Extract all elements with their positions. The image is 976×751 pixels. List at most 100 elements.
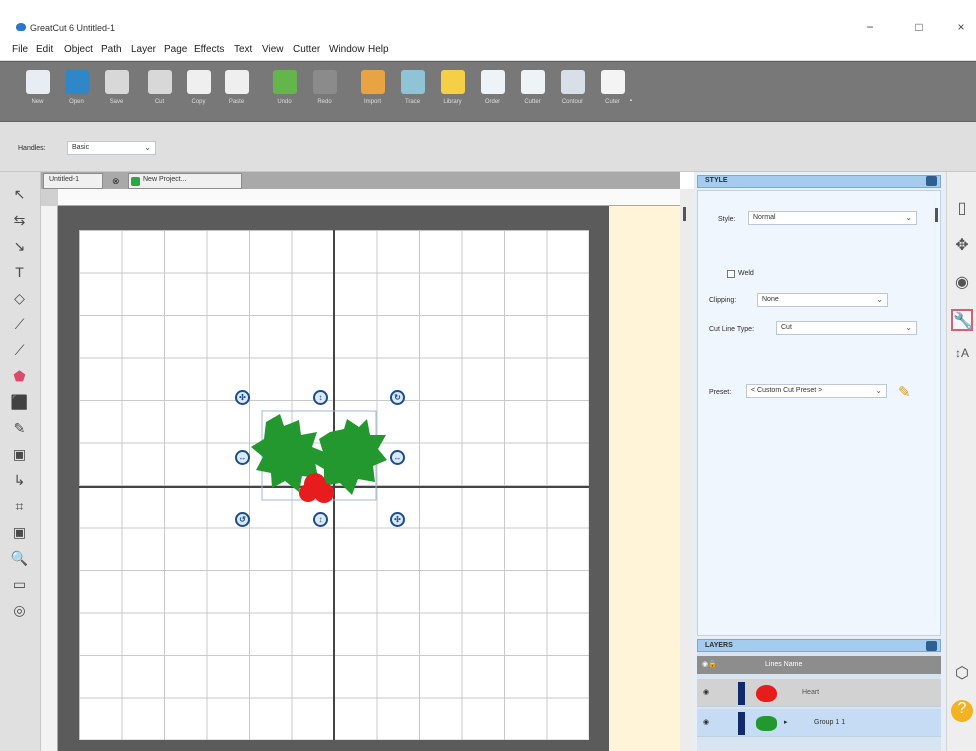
eraser-tool-icon[interactable]: ⬟: [7, 365, 32, 388]
layers-options-icon[interactable]: [926, 641, 937, 651]
tab-close-icon[interactable]: ⊗: [112, 176, 120, 187]
pen-cutter-icon: [600, 70, 625, 94]
weld-checkbox[interactable]: [727, 270, 735, 278]
toolbar-label: Save: [109, 99, 124, 105]
fill-tool-icon[interactable]: ⬛: [7, 391, 32, 414]
pencil-tool-icon[interactable]: ⟋: [7, 313, 32, 336]
toolbar-button-open[interactable]: Open: [62, 70, 91, 118]
menu-path[interactable]: Path: [101, 44, 122, 55]
zoom-tool-icon[interactable]: 🔍: [7, 547, 32, 570]
layers-column-header: [697, 656, 941, 674]
resize-handle-left-icon[interactable]: ↔: [235, 450, 250, 465]
toolbar-button-cuter[interactable]: Cuter: [598, 70, 627, 118]
rotate-handle-bottom-left-icon[interactable]: ↺: [235, 512, 250, 527]
menu-effects[interactable]: Effects: [194, 44, 224, 55]
select-tool-icon[interactable]: ↖: [7, 183, 32, 206]
toolbar-button-copy[interactable]: Copy: [184, 70, 213, 118]
panel-options-icon[interactable]: [926, 176, 937, 186]
layer-color-swatch: [738, 712, 745, 735]
clipping-label: Clipping:: [709, 297, 737, 304]
toolbar-button-trace[interactable]: Trace: [398, 70, 427, 118]
handles-value: Basic: [72, 144, 90, 151]
rotate-handle-bottom-right-icon[interactable]: ✣: [390, 512, 405, 527]
resize-handle-top-icon[interactable]: ↕: [313, 390, 328, 405]
menu-layer[interactable]: Layer: [131, 44, 156, 55]
new-document-icon: [25, 70, 50, 94]
barcode-tool-icon[interactable]: ⌗: [7, 495, 32, 518]
preset-select[interactable]: < Custom Cut Preset > ⌄: [746, 384, 887, 398]
measure-tool-icon[interactable]: ▭: [7, 573, 32, 596]
tab-new-project[interactable]: New Project...: [128, 173, 242, 189]
style-select[interactable]: Normal ⌄: [748, 211, 917, 225]
menu-page[interactable]: Page: [164, 44, 187, 55]
resize-handle-right-icon[interactable]: ↔: [390, 450, 405, 465]
trace-icon: [400, 70, 425, 94]
page-icon[interactable]: ▯: [951, 198, 973, 220]
chevron-down-icon: ⌄: [905, 323, 912, 332]
vertical-scrollbar[interactable]: [680, 189, 694, 751]
panel-scrollbar-thumb[interactable]: [935, 208, 938, 222]
import-icon: [360, 70, 385, 94]
toolbar-button-contour[interactable]: Contour: [558, 70, 587, 118]
rotate-handle-top-left-icon[interactable]: ✣: [235, 390, 250, 405]
style-panel-body: [697, 190, 941, 636]
toolbar-button-import[interactable]: Import: [358, 70, 387, 118]
menu-view[interactable]: View: [262, 44, 284, 55]
text-size-icon[interactable]: ↕A: [951, 346, 973, 368]
wrench-icon[interactable]: 🔧: [951, 309, 973, 331]
redo-icon: [312, 70, 337, 94]
menu-file[interactable]: File: [12, 44, 28, 55]
menu-object[interactable]: Object: [64, 44, 93, 55]
minimize-button[interactable]: −: [855, 20, 885, 36]
resize-handle-bottom-icon[interactable]: ↕: [313, 512, 328, 527]
eye-icon[interactable]: ◉: [703, 718, 709, 726]
toolbar-button-undo[interactable]: Undo: [270, 70, 299, 118]
maximize-button[interactable]: □: [904, 20, 934, 36]
title-bar: [0, 0, 976, 38]
menu-edit[interactable]: Edit: [36, 44, 53, 55]
text-tool-icon[interactable]: T: [7, 261, 32, 284]
style-panel-title: STYLE: [705, 177, 728, 184]
toolbar-button-redo[interactable]: Redo: [310, 70, 339, 118]
move-icon[interactable]: ✥: [951, 235, 973, 257]
tab-untitled[interactable]: Untitled-1: [43, 173, 103, 189]
shape-tool-icon[interactable]: ◇: [7, 287, 32, 310]
scrollbar-thumb[interactable]: [683, 207, 686, 221]
menu-help[interactable]: Help: [368, 44, 389, 55]
toolbar-button-cut[interactable]: Cut: [145, 70, 174, 118]
app-window: GreatCut 6 Untitled-1 − □ × File Edit Ob…: [0, 0, 976, 751]
toolbar-button-order[interactable]: Order: [478, 70, 507, 118]
color-wheel-icon[interactable]: ◉: [951, 272, 973, 294]
window-title: GreatCut 6 Untitled-1: [30, 23, 116, 33]
toolbar-button-new[interactable]: New: [23, 70, 52, 118]
toolbar-button-cutter[interactable]: Cutter: [518, 70, 547, 118]
close-button[interactable]: ×: [946, 20, 976, 36]
pen-tool-icon[interactable]: ✎: [7, 417, 32, 440]
help-icon[interactable]: ?: [951, 700, 973, 722]
circle-tool-icon[interactable]: ◎: [7, 599, 32, 622]
menu-cutter[interactable]: Cutter: [293, 44, 320, 55]
rotate-handle-top-right-icon[interactable]: ↻: [390, 390, 405, 405]
bezier-tool-icon[interactable]: ↘: [7, 235, 32, 258]
clipping-select[interactable]: None ⌄: [757, 293, 888, 307]
layer-color-swatch: [738, 682, 745, 705]
frame-tool-icon[interactable]: ▣: [7, 443, 32, 466]
weed-tool-icon[interactable]: ↳: [7, 469, 32, 492]
node-tool-icon[interactable]: ⇆: [7, 209, 32, 232]
layers-cube-icon[interactable]: ⬡: [951, 663, 973, 685]
grid-tool-icon[interactable]: ▣: [7, 521, 32, 544]
menu-text[interactable]: Text: [234, 44, 252, 55]
eye-icon[interactable]: ◉: [703, 688, 709, 696]
toolbar-button-library[interactable]: Library: [438, 70, 467, 118]
berry-3: [299, 484, 317, 502]
toolbar-more[interactable]: .: [629, 88, 633, 104]
toolbar-button-paste[interactable]: Paste: [222, 70, 251, 118]
toolbar-button-save[interactable]: Save: [102, 70, 131, 118]
menu-window[interactable]: Window: [329, 44, 365, 55]
expand-triangle-icon[interactable]: ▸: [784, 718, 788, 726]
edit-preset-pen-icon[interactable]: ✎: [898, 383, 916, 401]
cutline-select[interactable]: Cut ⌄: [776, 321, 917, 335]
brush-tool-icon[interactable]: ⟋: [7, 339, 32, 362]
chevron-down-icon: ⌄: [905, 213, 912, 222]
handles-select[interactable]: Basic ⌄: [67, 141, 156, 155]
